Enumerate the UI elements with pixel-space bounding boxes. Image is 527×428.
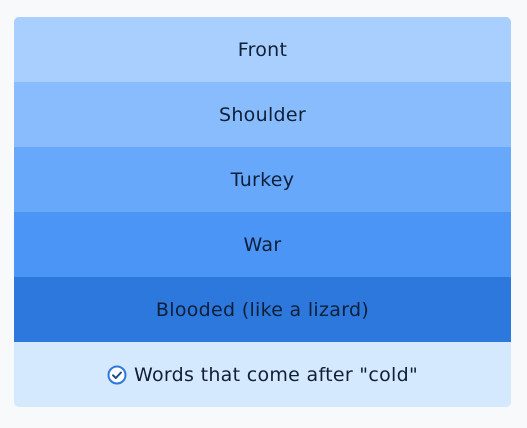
word-tile-war[interactable]: War — [14, 212, 511, 277]
word-tile-turkey[interactable]: Turkey — [14, 147, 511, 212]
solved-group-card: Front Shoulder Turkey War Blooded (like … — [14, 17, 511, 407]
word-tile-shoulder[interactable]: Shoulder — [14, 82, 511, 147]
category-label: Words that come after "cold" — [134, 363, 418, 386]
check-circle-icon — [107, 365, 127, 385]
group-category: Words that come after "cold" — [14, 342, 511, 407]
word-tile-front[interactable]: Front — [14, 17, 511, 82]
word-tile-blooded[interactable]: Blooded (like a lizard) — [14, 277, 511, 342]
